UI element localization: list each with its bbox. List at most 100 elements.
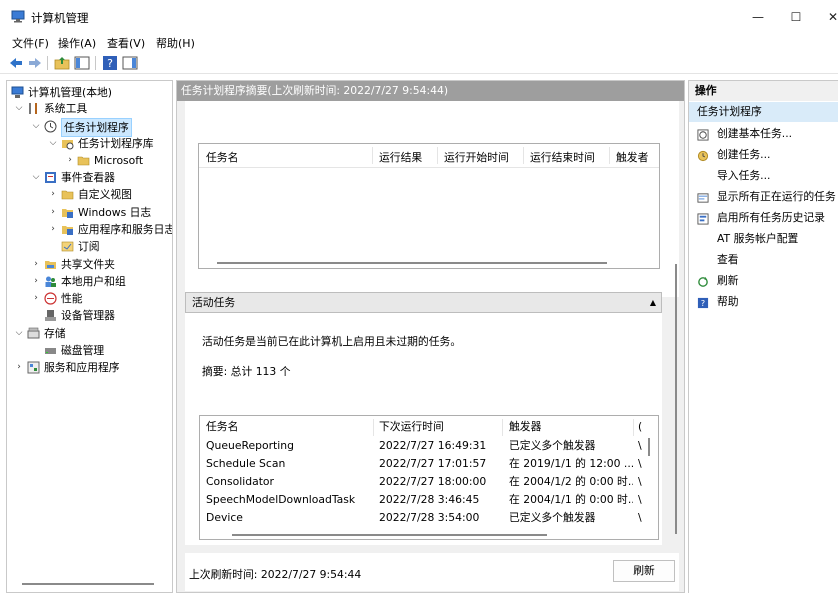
chevron-right-icon[interactable]: › — [31, 290, 41, 307]
table-row[interactable]: SpeechModelDownloadTask 2022/7/28 3:46:45… — [200, 491, 658, 509]
action-item-label: 启用所有任务历史记录 — [717, 211, 825, 224]
tree-item-label: Microsoft — [94, 154, 144, 167]
action-item[interactable]: 创建基本任务... — [689, 123, 838, 144]
tree-item[interactable]: 订阅 — [7, 238, 172, 255]
chevron-down-icon[interactable]: ⌵ — [48, 135, 58, 152]
task-status-section: 任务名 运行结果 运行开始时间 运行结束时间 触发者 — [185, 101, 679, 297]
column-header[interactable]: ( — [638, 418, 646, 436]
task-status-horizontal-scrollbar[interactable] — [217, 262, 607, 264]
close-button[interactable]: ✕ — [815, 4, 838, 30]
maximize-button[interactable]: ☐ — [778, 4, 814, 30]
table-row[interactable]: Consolidator 2022/7/27 18:00:00 在 2004/1/2… — [200, 473, 658, 491]
back-arrow-icon[interactable] — [8, 55, 24, 71]
tree-item[interactable]: ⌵ 任务计划程序库 — [7, 135, 172, 152]
column-header[interactable]: 运行结果 — [379, 149, 422, 165]
menu-file[interactable]: 文件(F) — [12, 35, 49, 51]
tree-item-label: 任务计划程序库 — [78, 137, 154, 150]
column-header[interactable]: 任务名 — [206, 418, 238, 436]
tree-horizontal-scrollbar[interactable] — [22, 583, 154, 585]
folder-icon — [77, 154, 90, 167]
tree-item[interactable]: › 应用程序和服务日志 — [7, 221, 172, 238]
storage-icon — [27, 327, 40, 340]
toolbar: ? — [0, 52, 838, 74]
column-header[interactable]: 任务名 — [206, 149, 238, 165]
table-cell: QueueReporting — [206, 439, 294, 452]
tree-item[interactable]: › Windows 日志 — [7, 204, 172, 221]
tree-item[interactable]: ⌵ 事件查看器 — [7, 169, 172, 186]
tree-item[interactable]: › 共享文件夹 — [7, 256, 172, 273]
action-item[interactable]: 启用所有任务历史记录 — [689, 207, 838, 228]
up-folder-icon[interactable] — [54, 55, 70, 71]
chevron-down-icon[interactable]: ⌵ — [14, 100, 24, 117]
column-header[interactable]: 运行开始时间 — [444, 149, 509, 165]
chevron-down-icon[interactable]: ⌵ — [14, 325, 24, 342]
task-status-grid[interactable]: 任务名 运行结果 运行开始时间 运行结束时间 触发者 — [198, 143, 660, 269]
table-row[interactable]: QueueReporting 2022/7/27 16:49:31 已定义多个触发器… — [200, 437, 658, 455]
action-item[interactable]: 导入任务... — [689, 165, 838, 186]
active-tasks-vertical-scrollbar[interactable] — [648, 438, 650, 456]
chevron-right-icon[interactable]: › — [31, 273, 41, 290]
column-header[interactable]: 运行结束时间 — [530, 149, 595, 165]
chevron-right-icon[interactable]: › — [14, 359, 24, 376]
folder-icon — [61, 188, 74, 201]
menu-view[interactable]: 查看(V) — [107, 35, 145, 51]
table-cell: 在 2019/1/1 的 12:00 ... — [509, 457, 633, 470]
collapse-arrow-icon[interactable]: ▲ — [650, 293, 656, 312]
tree-item[interactable]: › 本地用户和组 — [7, 273, 172, 290]
chevron-right-icon[interactable]: › — [48, 186, 58, 203]
chevron-right-icon[interactable]: › — [31, 256, 41, 273]
tree-item[interactable]: ⌵ 任务计划程序 — [7, 118, 172, 137]
show-hide-tree-icon[interactable] — [74, 55, 90, 71]
tree-item[interactable]: 磁盘管理 — [7, 342, 172, 359]
column-header[interactable]: 触发器 — [509, 418, 541, 436]
chevron-right-icon[interactable]: › — [65, 152, 75, 169]
task-status-grid-header: 任务名 运行结果 运行开始时间 运行结束时间 触发者 — [199, 144, 659, 168]
chevron-down-icon[interactable]: ⌵ — [31, 169, 41, 186]
action-pane-icon[interactable] — [122, 55, 138, 71]
refresh-button[interactable]: 刷新 — [613, 560, 675, 582]
tree-item-label: 服务和应用程序 — [44, 361, 120, 374]
tree-item[interactable]: 设备管理器 — [7, 307, 172, 324]
tree-item[interactable]: › 自定义视图 — [7, 186, 172, 203]
action-item[interactable]: AT 服务帐户配置 — [689, 228, 838, 249]
menu-bar: 文件(F) 操作(A) 查看(V) 帮助(H) — [0, 33, 838, 51]
tree-item-label: 共享文件夹 — [61, 258, 115, 271]
active-tasks-grid[interactable]: 任务名 下次运行时间 触发器 ( QueueReporting 2022/7/27… — [199, 415, 659, 540]
chevron-right-icon[interactable]: › — [48, 204, 58, 221]
action-item[interactable]: 创建任务... — [689, 144, 838, 165]
action-item-label: 帮助 — [717, 295, 739, 308]
table-row[interactable]: Device 2022/7/28 3:54:00 已定义多个触发器 \ — [200, 509, 658, 527]
tree-item[interactable]: › 服务和应用程序 — [7, 359, 172, 376]
table-row[interactable]: Schedule Scan 2022/7/27 17:01:57 在 2019/1/… — [200, 455, 658, 473]
forward-arrow-icon[interactable] — [27, 55, 43, 71]
tree-item[interactable]: › Microsoft — [7, 152, 172, 169]
column-header[interactable]: 触发者 — [616, 149, 648, 165]
action-item[interactable]: 查看 — [689, 249, 838, 270]
action-item[interactable]: 显示所有正在运行的任务 — [689, 186, 838, 207]
actions-header: 操作 — [689, 81, 838, 101]
active-tasks-section-header[interactable]: 活动任务 ▲ — [185, 292, 662, 313]
tree-item[interactable]: › 性能 — [7, 290, 172, 307]
column-header[interactable]: 下次运行时间 — [379, 418, 444, 436]
minimize-button[interactable]: — — [740, 4, 776, 30]
table-cell: 2022/7/27 17:01:57 — [379, 457, 487, 470]
chevron-right-icon[interactable]: › — [48, 221, 58, 238]
actions-group-task-scheduler[interactable]: 任务计划程序 — [689, 102, 838, 122]
tree-item-label: 磁盘管理 — [61, 344, 105, 357]
help-icon[interactable]: ? — [102, 55, 118, 71]
action-item[interactable]: 刷新 — [689, 270, 838, 291]
action-item[interactable]: ? 帮助 — [689, 291, 838, 312]
tree-item[interactable]: ⌵ 系统工具 — [7, 100, 172, 117]
summary-header: 任务计划程序摘要(上次刷新时间: 2022/7/27 9:54:44) — [177, 81, 684, 101]
tree-item-label: Windows 日志 — [78, 206, 152, 219]
toolbar-separator — [47, 56, 48, 70]
console-tree[interactable]: 计算机管理(本地) ⌵ 系统工具 ⌵ 任务计划程序 ⌵ 任务计划程序库 › Microsoft ⌵… — [6, 80, 173, 593]
menu-help[interactable]: 帮助(H) — [156, 35, 195, 51]
active-tasks-horizontal-scrollbar[interactable] — [232, 534, 547, 536]
summary-vertical-scrollbar[interactable] — [675, 264, 677, 534]
tree-item[interactable]: ⌵ 存储 — [7, 325, 172, 342]
tree-item[interactable]: 计算机管理(本地) — [7, 84, 172, 101]
active-tasks-grid-header: 任务名 下次运行时间 触发器 ( — [200, 418, 658, 436]
chevron-down-icon[interactable]: ⌵ — [31, 118, 41, 135]
menu-action[interactable]: 操作(A) — [58, 35, 96, 51]
